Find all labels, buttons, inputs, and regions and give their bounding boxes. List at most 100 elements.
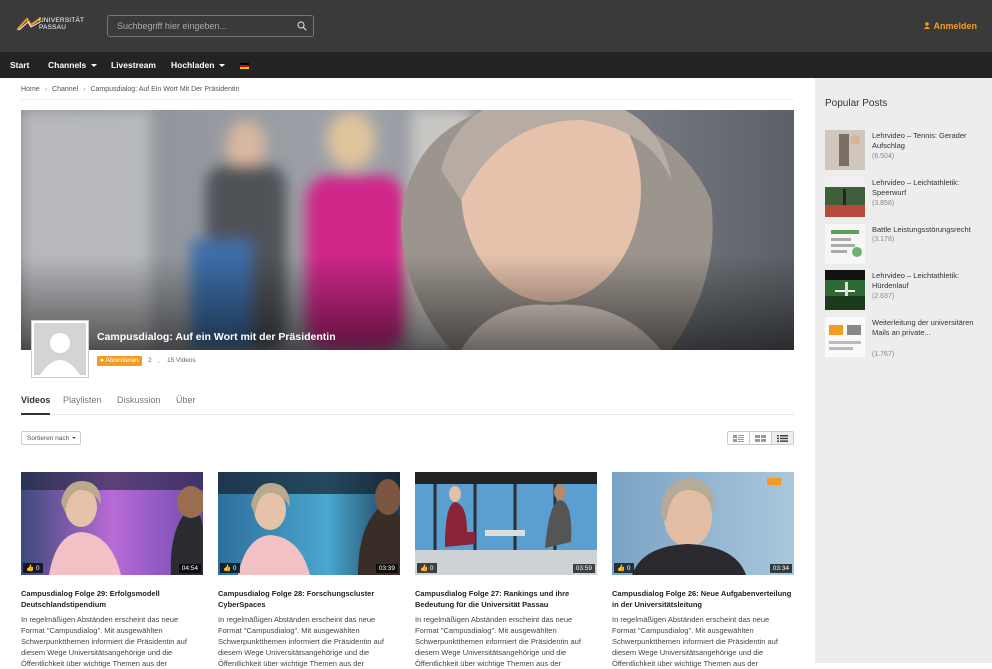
post-thumbnail-image [825, 224, 865, 264]
nav-hochladen[interactable]: Hochladen [171, 52, 226, 78]
likes-badge: 👍 0 [220, 563, 240, 573]
popular-post-item[interactable]: Lehrvideo – Tennis: Gerader Aufschlag (6… [825, 130, 990, 170]
video-card[interactable]: 👍 0 03:59 Campusdialog Folge 27: Ranking… [415, 472, 597, 669]
post-views: (6.504) [872, 153, 895, 160]
grid-view-button[interactable] [750, 432, 772, 444]
banner-image [21, 110, 794, 350]
post-views: (3.858) [872, 200, 895, 207]
video-card[interactable]: 👍 0 03:39 Campusdialog Folge 28: Forschu… [218, 472, 400, 669]
video-thumbnail[interactable]: 👍 0 03:59 [415, 472, 597, 575]
grid-view-icon [755, 434, 766, 442]
nav-hochladen-label: Hochladen [171, 60, 215, 70]
video-duration: 03:34 [769, 564, 792, 573]
sort-dropdown[interactable]: Sortieren nach [21, 431, 81, 445]
user-placeholder-icon [40, 333, 80, 375]
post-thumbnail[interactable] [825, 224, 865, 264]
popular-posts-title: Popular Posts [825, 98, 888, 109]
likes-badge: 👍 0 [417, 563, 437, 573]
video-thumbnail-image [415, 472, 597, 575]
search-icon[interactable] [297, 21, 307, 31]
detail-view-icon [777, 434, 788, 442]
post-thumbnail-image [825, 177, 865, 217]
detail-view-button[interactable] [772, 432, 793, 444]
search-input[interactable]: Suchbegriff hier eingeben... [107, 15, 314, 37]
login-link[interactable]: Anmelden [924, 21, 977, 31]
post-views: (2.637) [872, 293, 895, 300]
video-thumbnail[interactable]: 👍 0 03:39 [218, 472, 400, 575]
plus-icon: ● [100, 357, 104, 364]
post-thumbnail[interactable] [825, 177, 865, 217]
video-title[interactable]: Campusdialog Folge 26: Neue Aufgabenvert… [612, 588, 794, 610]
thumbs-up-icon: 👍 [223, 565, 232, 572]
login-label: Anmelden [933, 21, 977, 31]
post-thumbnail[interactable] [825, 270, 865, 310]
chevron-right-icon: › [44, 86, 48, 93]
post-title[interactable]: Lehrvideo – Leichtathletik: Speerwurf [872, 178, 987, 198]
post-title[interactable]: Battle Leistungsstörungsrecht [872, 225, 987, 235]
user-icon [924, 21, 931, 31]
video-duration: 04:54 [178, 564, 201, 573]
german-flag-icon[interactable] [240, 63, 249, 69]
video-thumbnail[interactable]: 👍 0 03:34 [612, 472, 794, 575]
tab-playlisten[interactable]: Playlisten [63, 395, 102, 405]
post-title[interactable]: Lehrvideo – Tennis: Gerader Aufschlag [872, 131, 987, 151]
video-card[interactable]: 👍 0 04:54 Campusdialog Folge 29: Erfolgs… [21, 472, 203, 669]
search-placeholder: Suchbegriff hier eingeben... [117, 21, 227, 31]
video-description: In regelmäßigen Abständen erscheint das … [415, 615, 581, 668]
logo-text: UNIVERSITÄT PASSAU [39, 17, 85, 31]
subscribe-button[interactable]: ● Abonnieren [97, 356, 142, 366]
list-view-button[interactable] [728, 432, 750, 444]
top-bar: UNIVERSITÄT PASSAU Suchbegriff hier eing… [0, 0, 992, 52]
university-logo[interactable]: UNIVERSITÄT PASSAU [17, 14, 84, 38]
post-title[interactable]: Lehrvideo – Leichtathletik: Hürdenlauf [872, 271, 987, 291]
likes-count: 0 [429, 565, 434, 572]
chevron-down-icon [72, 437, 77, 440]
popular-post-item[interactable]: Lehrvideo – Leichtathletik: Hürdenlauf (… [825, 270, 990, 310]
chevron-down-icon [219, 64, 226, 68]
breadcrumb-current: Campusdialog: Auf Ein Wort Mit Der Präsi… [90, 86, 240, 93]
channel-avatar[interactable] [32, 321, 88, 377]
video-duration: 03:59 [572, 564, 595, 573]
nav-start[interactable]: Start [10, 52, 29, 78]
nav-channels-label: Channels [48, 60, 87, 70]
post-thumbnail[interactable] [825, 317, 865, 357]
likes-badge: 👍 0 [23, 563, 43, 573]
video-thumbnail[interactable]: 👍 0 04:54 [21, 472, 203, 575]
likes-count: 0 [232, 565, 237, 572]
divider [21, 99, 794, 100]
tab-videos[interactable]: Videos [21, 395, 51, 415]
tab-diskussion[interactable]: Diskussion [117, 395, 161, 405]
likes-count: 0 [35, 565, 40, 572]
video-card[interactable]: 👍 0 03:34 Campusdialog Folge 26: Neue Au… [612, 472, 794, 669]
video-title[interactable]: Campusdialog Folge 27: Rankings und ihre… [415, 588, 597, 610]
tab-ueber[interactable]: Über [176, 395, 196, 405]
video-description: In regelmäßigen Abständen erscheint das … [612, 615, 778, 668]
post-thumbnail[interactable] [825, 130, 865, 170]
channel-title: Campusdialog: Auf ein Wort mit der Präsi… [97, 331, 336, 343]
list-view-icon [733, 434, 744, 442]
count-separator: , [158, 357, 160, 364]
likes-badge: 👍 0 [614, 563, 634, 573]
thumbs-up-icon: 👍 [420, 565, 429, 572]
subscriber-count: 2 [148, 357, 152, 364]
post-thumbnail-image [825, 130, 865, 170]
chevron-right-icon: › [83, 86, 86, 93]
nav-livestream[interactable]: Livestream [111, 52, 156, 78]
nav-channels[interactable]: Channels [48, 52, 98, 78]
video-thumbnail-image [612, 472, 794, 575]
subscribe-label: Abonnieren [105, 357, 139, 364]
breadcrumb-channel[interactable]: Channel [52, 86, 78, 93]
main-nav: Start Channels Livestream Hochladen [0, 52, 992, 78]
video-title[interactable]: Campusdialog Folge 29: Erfolgsmodell Deu… [21, 588, 203, 610]
post-thumbnail-image [825, 317, 865, 357]
popular-post-item[interactable]: Weiterleitung der universitären Mails an… [825, 317, 990, 358]
popular-post-item[interactable]: Lehrvideo – Leichtathletik: Speerwurf (3… [825, 177, 990, 217]
thumbs-up-icon: 👍 [26, 565, 35, 572]
video-thumbnail-image [21, 472, 203, 575]
video-title[interactable]: Campusdialog Folge 28: Forschungscluster… [218, 588, 400, 610]
breadcrumb-home[interactable]: Home [21, 86, 40, 93]
popular-post-item[interactable]: Battle Leistungsstörungsrecht (3.178) [825, 224, 990, 264]
video-thumbnail-image [218, 472, 400, 575]
view-switcher [727, 431, 794, 445]
post-title[interactable]: Weiterleitung der universitären Mails an… [872, 318, 987, 338]
